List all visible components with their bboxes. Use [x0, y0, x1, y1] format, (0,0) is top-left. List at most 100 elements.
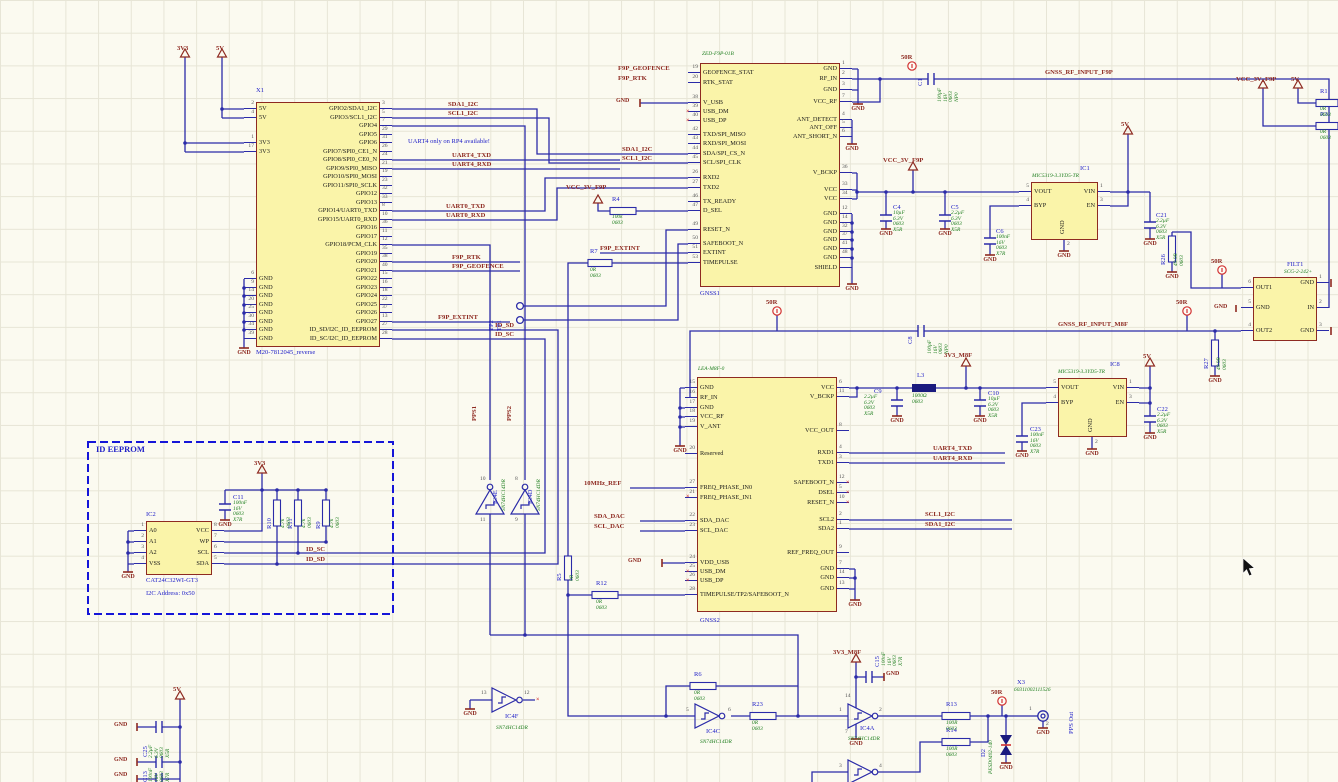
note: PPS Out	[1069, 712, 1076, 734]
junction-dot	[855, 386, 859, 390]
net-label[interactable]: F9P_EXTINT	[438, 314, 478, 321]
net-label[interactable]: 50R	[901, 54, 912, 61]
net-label[interactable]: F9P_GEOFENCE	[452, 263, 504, 270]
designator[interactable]: GNSS2	[700, 618, 720, 625]
designator[interactable]: TP2	[489, 320, 496, 331]
gnd-label: GND	[1143, 241, 1156, 247]
designator[interactable]: R5	[557, 573, 564, 581]
net-label[interactable]: ID_SC	[495, 331, 514, 338]
net-label[interactable]: SCL1_I2C	[925, 511, 955, 518]
designator[interactable]: IC2	[146, 512, 156, 519]
schematic-canvas[interactable]: 3GPIO2/SDA1_I2C5GPIO3/SCL1_I2C7GPIO429GP…	[0, 0, 1338, 782]
designator[interactable]: R4	[612, 197, 620, 204]
comment: 49.9R 0603	[1217, 357, 1228, 370]
power-port-label: 5V	[216, 45, 224, 52]
power-port-label: 5V	[1121, 121, 1129, 128]
pin-number: 11	[480, 518, 485, 524]
net-label[interactable]: F9P_RTK	[452, 254, 481, 261]
designator[interactable]: GNSS1	[700, 291, 720, 298]
designator[interactable]: R23	[752, 702, 763, 709]
net-label[interactable]: SDA1_I2C	[448, 101, 478, 108]
junction-dot	[678, 406, 682, 410]
designator[interactable]: R26	[1161, 254, 1168, 265]
net-label[interactable]: GNSS_RF_INPUT_M8F	[1058, 321, 1128, 328]
comment: 100nF 16V 0603 X7R	[233, 501, 247, 524]
comment: MIC5319-3.3YD5-TR	[1058, 370, 1105, 376]
comment: PESD0402-140	[989, 740, 995, 774]
designator[interactable]: M20-7812045_reverse	[256, 350, 315, 357]
designator[interactable]: R9	[316, 521, 323, 529]
net-label[interactable]: SDA_DAC	[594, 513, 625, 520]
designator[interactable]: FILT1	[1287, 262, 1303, 269]
power-port-label: VCC_3V_F9P	[1236, 76, 1276, 83]
net-label[interactable]: 50R	[766, 299, 777, 306]
gnd-label: GND	[848, 602, 861, 608]
designator[interactable]: R1	[1320, 89, 1328, 96]
junction-dot	[523, 633, 527, 637]
net-label[interactable]: SCL1_I2C	[448, 110, 478, 117]
net-label[interactable]: UART0_RXD	[446, 212, 485, 219]
pin-number: 14	[845, 694, 851, 700]
power-port-icon[interactable]	[594, 195, 603, 203]
net-label[interactable]: UART4_TXD	[452, 152, 491, 159]
net-label[interactable]: 10MHz_REF	[584, 480, 621, 487]
net-label[interactable]: F9P_RTK	[618, 75, 647, 82]
net-label[interactable]: 50R	[991, 689, 1002, 696]
designator[interactable]: R10	[267, 518, 274, 529]
designator[interactable]: IC8	[1110, 362, 1120, 369]
junction-dot	[878, 77, 882, 81]
junction-dot	[854, 675, 858, 679]
comment: 0R 0603	[590, 268, 601, 279]
net-label[interactable]: PPS1	[471, 406, 478, 421]
designator[interactable]: R27	[1204, 358, 1211, 369]
designator[interactable]: R12	[596, 581, 607, 588]
pin-number: 3	[839, 764, 842, 770]
net-label[interactable]: UART4_TXD	[933, 445, 972, 452]
power-port-icon[interactable]	[962, 358, 971, 366]
pin-number: 6	[728, 708, 731, 714]
designator[interactable]: R6	[694, 672, 702, 679]
designator[interactable]: L3	[917, 373, 924, 380]
net-label[interactable]: ID_SC	[306, 546, 325, 553]
net-label[interactable]: SCL1_I2C	[622, 155, 652, 162]
designator[interactable]: IC4E	[493, 490, 500, 504]
gnd-label: GND	[1165, 274, 1178, 280]
pin-number: 12	[524, 691, 530, 697]
gnd-label: GND	[114, 772, 127, 778]
designator[interactable]: R13	[946, 702, 957, 709]
pin-number: 2	[879, 708, 882, 714]
net-label[interactable]: SDA1_I2C	[622, 146, 652, 153]
designator[interactable]: C8	[908, 336, 915, 344]
net-label[interactable]: PPS2	[506, 406, 513, 421]
net-label[interactable]: GNSS_RF_INPUT_F9P	[1045, 69, 1113, 76]
net-label[interactable]: UART4_RXD	[452, 161, 491, 168]
junction-dot	[296, 551, 300, 555]
designator[interactable]: D2	[981, 749, 988, 757]
gnd-label: GND	[999, 765, 1012, 771]
designator[interactable]: IC4F	[505, 714, 518, 721]
comment: 0R 0603	[1320, 107, 1331, 118]
designator[interactable]: X3	[1017, 680, 1025, 687]
net-label[interactable]: SDA1_I2C	[925, 521, 955, 528]
designator[interactable]: C1	[918, 78, 925, 86]
designator[interactable]: X1	[256, 88, 264, 95]
designator[interactable]: IC1	[1080, 166, 1090, 173]
designator[interactable]: R7	[590, 249, 598, 256]
net-label[interactable]: UART0_TXD	[446, 203, 485, 210]
net-label[interactable]: F9P_GEOFENCE	[618, 65, 670, 72]
designator[interactable]: IC4C	[706, 729, 720, 736]
net-label[interactable]: F9P_EXTINT	[600, 245, 640, 252]
gnd-label: GND	[1015, 453, 1028, 459]
net-label[interactable]: 50R	[1211, 258, 1222, 265]
designator[interactable]: IC4D	[528, 490, 535, 504]
note: UART4 only on RP4 available!	[408, 139, 490, 146]
comment: 100R 0603	[946, 721, 957, 732]
designator[interactable]: IC4A	[860, 726, 874, 733]
net-label[interactable]: 50R	[1176, 299, 1187, 306]
net-label[interactable]: UART4_RXD	[933, 455, 972, 462]
pin-number: 2	[1067, 242, 1070, 248]
designator[interactable]: TP1	[497, 320, 504, 331]
net-label[interactable]: SCL_DAC	[594, 523, 624, 530]
junction-dot	[1148, 401, 1152, 405]
net-label[interactable]: ID_SD	[306, 556, 325, 563]
